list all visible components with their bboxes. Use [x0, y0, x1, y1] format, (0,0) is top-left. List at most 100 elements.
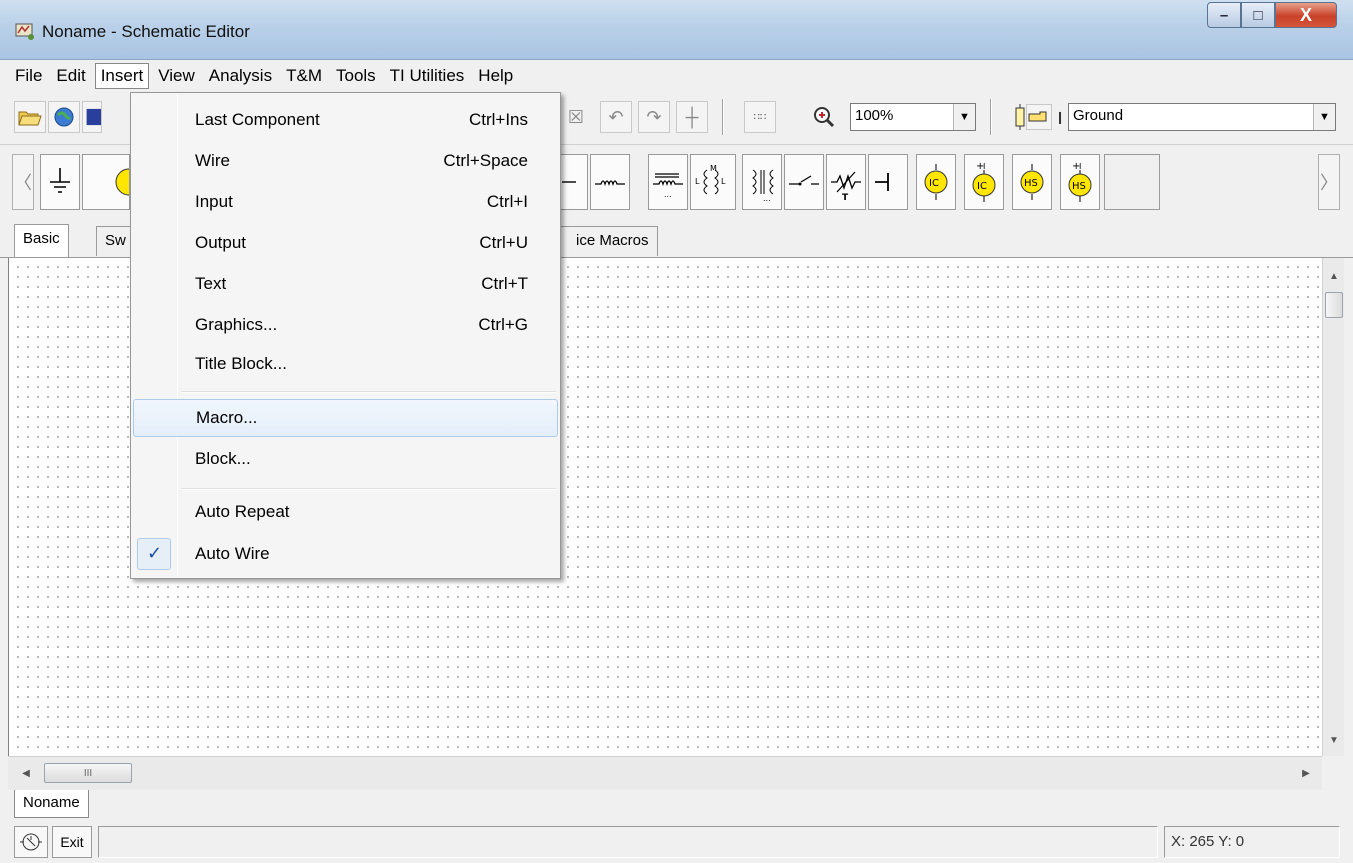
menu-item-block[interactable]: Block... [133, 441, 558, 479]
vertical-scroll-thumb[interactable] [1325, 292, 1343, 318]
current-probe-plus-icon[interactable]: + I IC [964, 154, 1004, 210]
switch-icon[interactable] [784, 154, 824, 210]
menu-item-label: Output [195, 233, 247, 252]
delete-icon[interactable]: ☒ [560, 101, 592, 133]
title-bar: Noname - Schematic Editor – □ X [0, 0, 1353, 60]
menu-item-shortcut: Ctrl+U [479, 233, 528, 252]
grid-icon[interactable]: ∷∷ [744, 101, 776, 133]
svg-text:...: ... [664, 190, 672, 199]
probe-hs-icon[interactable]: HS [1012, 154, 1052, 210]
checkmark-icon: ✓ [147, 543, 163, 563]
svg-text:HS: HS [1072, 181, 1086, 192]
menu-item-graphics[interactable]: Graphics... Ctrl+G [133, 307, 558, 345]
menu-item-shortcut: Ctrl+Space [443, 151, 528, 170]
voltage-source-icon[interactable] [82, 154, 130, 210]
exit-button[interactable]: Exit [52, 826, 92, 858]
scroll-down-icon[interactable]: ▼ [1323, 730, 1345, 750]
menu-help[interactable]: Help [473, 64, 518, 88]
inductor-icon[interactable] [590, 154, 630, 210]
minimize-button[interactable]: – [1207, 2, 1241, 28]
pointer-hand-icon[interactable] [1026, 104, 1052, 130]
chevron-down-icon[interactable]: ▼ [953, 104, 975, 130]
menu-item-auto-repeat[interactable]: Auto Repeat [133, 494, 558, 532]
tab-spice-macros[interactable]: ice Macros [556, 226, 658, 256]
wire-partial-icon[interactable] [560, 154, 588, 210]
open-folder-icon[interactable] [14, 101, 46, 133]
menu-item-label: Title Block... [195, 354, 287, 373]
menu-ti-utilities[interactable]: TI Utilities [385, 64, 470, 88]
vertical-scrollbar[interactable]: ▲ ▼ [1322, 258, 1344, 756]
menu-item-output[interactable]: Output Ctrl+U [133, 225, 558, 263]
probe-mode-icon[interactable] [14, 826, 48, 858]
horizontal-scrollbar[interactable]: ◀ III ▶ [8, 756, 1322, 790]
menu-item-label: Block... [195, 449, 251, 468]
mutual-inductor-icon[interactable]: MLL [690, 154, 736, 210]
palette-scroll-left[interactable]: 〈 [12, 154, 34, 210]
current-probe-icon[interactable]: IC [916, 154, 956, 210]
transformer-icon[interactable]: ... [742, 154, 782, 210]
ground-icon[interactable] [40, 154, 80, 210]
menu-item-label: Graphics... [195, 315, 278, 334]
svg-text:IC: IC [977, 181, 987, 192]
menu-tools[interactable]: Tools [331, 64, 381, 88]
menu-item-label: Input [195, 192, 233, 211]
menu-insert[interactable]: Insert [94, 63, 150, 89]
menu-item-shortcut: Ctrl+G [478, 315, 528, 334]
scroll-up-icon[interactable]: ▲ [1323, 266, 1345, 286]
scroll-right-icon[interactable]: ▶ [1296, 763, 1316, 783]
save-icon[interactable] [82, 101, 102, 133]
menu-view[interactable]: View [153, 64, 200, 88]
menu-item-macro[interactable]: Macro... [133, 399, 558, 437]
menu-analysis[interactable]: Analysis [204, 64, 277, 88]
window-title: Noname - Schematic Editor [42, 22, 250, 41]
inductor-core-icon[interactable]: ... [648, 154, 688, 210]
close-button[interactable]: X [1275, 2, 1337, 28]
menu-item-shortcut: Ctrl+Ins [468, 110, 528, 129]
zoom-select[interactable]: 100% ▼ [850, 103, 976, 131]
web-globe-icon[interactable] [48, 101, 80, 133]
document-tab-noname[interactable]: Noname [14, 790, 89, 818]
menu-file[interactable]: File [10, 64, 47, 88]
horizontal-scroll-thumb[interactable]: III [44, 763, 132, 783]
menu-item-label: Auto Repeat [195, 502, 290, 521]
menu-separator [181, 391, 556, 393]
menu-tm[interactable]: T&M [281, 64, 327, 88]
menu-item-title-block[interactable]: Title Block... [133, 346, 558, 384]
palette-empty-slot [1104, 154, 1160, 210]
maximize-button[interactable]: □ [1241, 2, 1275, 28]
probe-hs-plus-icon[interactable]: + I HS [1060, 154, 1100, 210]
menu-item-last-component[interactable]: Last Component Ctrl+Ins [133, 102, 558, 140]
toolbar-separator [990, 99, 992, 135]
scroll-left-icon[interactable]: ◀ [16, 763, 36, 783]
cursor-coordinates: X: 265 Y: 0 [1164, 826, 1340, 858]
junction-icon[interactable]: ┼ [676, 101, 708, 133]
menu-item-input[interactable]: Input Ctrl+I [133, 184, 558, 222]
redo-icon[interactable]: ↷ [638, 101, 670, 133]
svg-text:M: M [710, 164, 717, 173]
svg-text:...: ... [763, 194, 771, 202]
component-select[interactable]: Ground ▼ [1068, 103, 1336, 131]
menu-item-text[interactable]: Text Ctrl+T [133, 266, 558, 304]
menu-item-shortcut: Ctrl+T [481, 274, 528, 293]
zoom-value: 100% [855, 107, 894, 124]
svg-text:IC: IC [929, 178, 939, 189]
undo-icon[interactable]: ↶ [600, 101, 632, 133]
status-bar: Exit X: 265 Y: 0 [0, 822, 1353, 863]
menu-item-label: Last Component [195, 110, 320, 129]
zoom-in-icon[interactable] [808, 101, 840, 133]
insert-menu: Last Component Ctrl+Ins Wire Ctrl+Space … [130, 92, 561, 579]
pointer-bar-icon: ❙ [1054, 110, 1066, 124]
svg-text:T: T [842, 193, 849, 202]
tab-basic[interactable]: Basic [14, 224, 69, 257]
menu-item-wire[interactable]: Wire Ctrl+Space [133, 143, 558, 181]
menu-bar: File Edit Insert View Analysis T&M Tools… [0, 62, 1353, 90]
palette-scroll-right[interactable]: 〉 [1318, 154, 1340, 210]
svg-text:HS: HS [1024, 178, 1038, 189]
document-tabs: Noname [0, 790, 1353, 820]
svg-text:I: I [983, 162, 985, 171]
menu-edit[interactable]: Edit [51, 64, 90, 88]
menu-item-auto-wire[interactable]: ✓ Auto Wire [133, 536, 558, 574]
capacitor-icon[interactable] [868, 154, 908, 210]
potentiometer-icon[interactable]: T [826, 154, 866, 210]
chevron-down-icon[interactable]: ▼ [1313, 104, 1335, 130]
